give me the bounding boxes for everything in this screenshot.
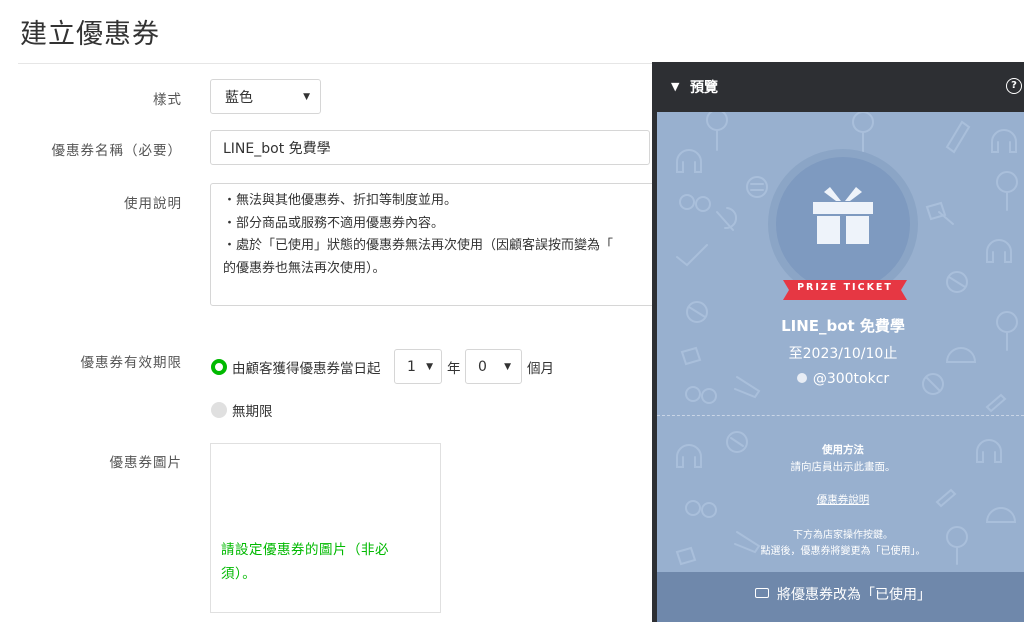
mark-used-button[interactable]: 將優惠券改為「已使用」 [657, 572, 1024, 622]
description-line: ・部分商品或服務不適用優惠券內容。 [223, 215, 445, 231]
account-id: @300tokcr [812, 371, 890, 387]
validity-from-date-radio[interactable] [211, 359, 227, 375]
style-select[interactable]: 藍色 ▼ [210, 79, 321, 114]
preview-header[interactable]: ▼ 預覽 ? [652, 62, 1024, 112]
coupon-image-label: 優惠券圖片 [109, 455, 182, 471]
coupon-name-preview: LINE_bot 免費學 [781, 317, 905, 335]
validity-from-date-label: 由顧客獲得優惠券當日起 [232, 361, 381, 377]
mark-used-text: 將優惠券改為「已使用」 [777, 587, 931, 603]
coupon-details-link[interactable]: 優惠券說明 [657, 492, 1024, 507]
description-line: ・處於「已使用」狀態的優惠券無法再次使用（因顧客誤按而變為「 [223, 238, 614, 253]
store-note-line: 點選後，優惠券將變更為「已使用」。 [760, 546, 926, 557]
ribbon-text: PRIZE TICKET [797, 282, 893, 293]
account-avatar-icon [796, 373, 807, 383]
question-circle-icon[interactable]: ? [1006, 78, 1022, 94]
years-select[interactable]: 1 ▼ [394, 349, 442, 384]
image-hint-line: 須）。 [221, 566, 257, 582]
coupon-name-value: LINE_bot 免費學 [223, 140, 331, 157]
coupon-expiry: 至2023/10/10止 [788, 346, 898, 362]
months-unit: 個月 [527, 361, 554, 377]
validity-label: 優惠券有效期限 [80, 355, 182, 371]
page-title: 建立優惠券 [20, 19, 160, 50]
store-note-line: 下方為店家操作按鍵。 [793, 530, 893, 541]
description-textarea[interactable]: ・無法與其他優惠券、折扣等制度並用。 ・部分商品或服務不適用優惠券內容。 ・處於… [210, 183, 655, 306]
chevron-down-icon: ▼ [426, 361, 433, 372]
preview-panel: ▼ 預覽 ? PRIZE TICKET LINE_bot 免費學 至2023/1… [652, 62, 1024, 622]
validity-unlimited-radio[interactable] [211, 402, 227, 418]
years-select-value: 1 [407, 358, 416, 375]
image-hint-line: 請設定優惠券的圖片（非必 [221, 542, 389, 558]
description-line: ・無法與其他優惠券、折扣等制度並用。 [223, 193, 458, 208]
months-select-value: 0 [478, 358, 487, 375]
coupon-name-label: 優惠券名稱（必要） [51, 143, 182, 159]
chevron-down-icon: ▼ [303, 91, 310, 102]
coupon-account: @300tokcr [657, 371, 1024, 387]
chevron-down-icon: ▼ [504, 361, 511, 372]
coupon-name-input[interactable]: LINE_bot 免費學 [210, 130, 650, 165]
coupon-preview: PRIZE TICKET LINE_bot 免費學 至2023/10/10止 @… [657, 112, 1024, 622]
months-select[interactable]: 0 ▼ [465, 349, 522, 384]
years-unit: 年 [447, 361, 461, 377]
description-line: 的優惠券也無法再次使用）。 [223, 260, 386, 276]
title-divider [18, 63, 658, 64]
preview-title: 預覽 [690, 80, 718, 96]
gift-icon [813, 187, 873, 244]
caret-down-icon[interactable]: ▼ [671, 80, 679, 93]
coupon-image-upload[interactable]: 請設定優惠券的圖片（非必 須）。 [210, 443, 441, 613]
how-to-title: 使用方法 [822, 444, 864, 456]
mark-used-label: 將優惠券改為「已使用」 [657, 584, 1024, 604]
description-label: 使用說明 [124, 196, 182, 212]
how-to-text: 請向店員出示此畫面。 [790, 461, 896, 473]
style-label: 樣式 [153, 92, 182, 108]
style-select-value: 藍色 [225, 89, 253, 106]
validity-unlimited-label: 無期限 [232, 404, 273, 420]
ticket-icon [755, 588, 769, 598]
coupon-divider [657, 415, 1024, 416]
image-hint: 請設定優惠券的圖片（非必 須）。 [221, 538, 411, 586]
